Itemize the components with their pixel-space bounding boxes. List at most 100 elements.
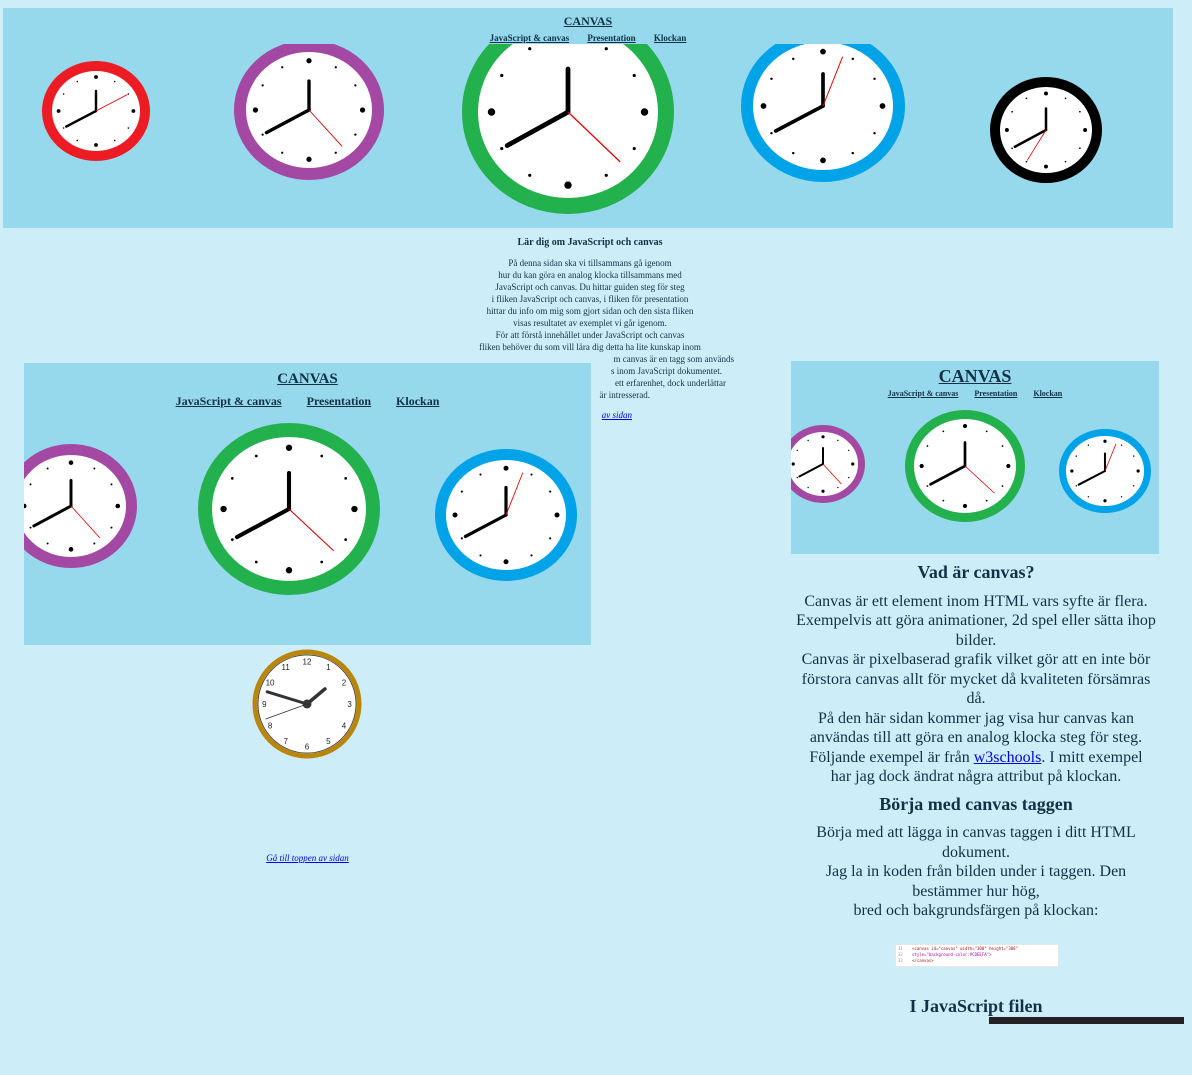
hour-marker [554, 512, 560, 518]
code-screenshot: 31 <canvas id="canvas" width="300" height… [895, 944, 1059, 967]
hour-marker [306, 58, 312, 64]
hour-marker [479, 473, 482, 476]
clock-number: 11 [282, 663, 291, 672]
hour-marker [760, 103, 767, 109]
hour-marker [926, 445, 929, 447]
clock-blue [435, 449, 577, 581]
clock-banner-canvas [791, 410, 1151, 522]
hour-marker [306, 156, 312, 162]
hour-marker [879, 103, 886, 109]
hour-marker [604, 47, 608, 51]
hour-marker [344, 477, 348, 480]
clock-green [462, 44, 674, 214]
nav-javascript-canvas[interactable]: JavaScript & canvas [176, 394, 282, 409]
clock-number: 8 [268, 721, 273, 730]
clock-purple [791, 425, 865, 503]
hour-marker [640, 108, 649, 116]
back-to-top-link-partial[interactable]: av sidan [602, 410, 632, 420]
clock-banner [24, 410, 591, 645]
hour-marker [354, 133, 357, 136]
hour-marker [93, 467, 96, 470]
hour-marker [320, 454, 324, 458]
intro-line: För att förstå innehållet under JavaScri… [495, 330, 685, 340]
hour-marker [452, 512, 458, 518]
hour-marker [1025, 97, 1028, 100]
hour-marker [807, 486, 809, 489]
nav-klockan[interactable]: Klockan [654, 33, 687, 43]
hour-marker [848, 449, 850, 452]
clock-black [990, 77, 1102, 183]
hour-marker [68, 460, 74, 465]
tablet-view: CANVAS JavaScript & canvas Presentation … [24, 363, 591, 645]
hour-marker [113, 80, 116, 83]
nav-klockan[interactable]: Klockan [1033, 389, 1062, 398]
nav-javascript-canvas[interactable]: JavaScript & canvas [490, 33, 570, 43]
hour-marker [985, 499, 988, 502]
hour-marker [851, 462, 855, 466]
hour-marker [919, 463, 924, 469]
hour-marker [792, 57, 795, 61]
hour-marker [254, 454, 258, 458]
site-title-link[interactable]: CANVAS [277, 371, 338, 388]
hour-marker [1070, 469, 1074, 473]
hour-marker [632, 73, 636, 78]
clock-number: 2 [342, 679, 347, 688]
w3schools-link[interactable]: w3schools [974, 749, 1042, 766]
hour-marker [851, 57, 854, 61]
nav-javascript-canvas[interactable]: JavaScript & canvas [888, 389, 959, 398]
hour-marker [962, 423, 968, 429]
hour-marker [334, 66, 337, 69]
hour-marker [29, 526, 32, 529]
hour-marker [1087, 444, 1090, 446]
site-header: CANVAS JavaScript & canvas Presentation … [791, 361, 1159, 401]
clock-face [791, 425, 865, 503]
intro-heading: Lär dig om JavaScript och canvas [517, 237, 663, 248]
nav-presentation[interactable]: Presentation [587, 33, 635, 43]
hour-marker [549, 537, 552, 540]
hour-marker [127, 93, 130, 95]
hour-marker [46, 467, 49, 470]
hour-marker [770, 131, 773, 135]
section-heading: Börja med canvas taggen [879, 793, 1073, 814]
hour-marker [985, 430, 988, 433]
intro-line: fliken behöver du som vill lära dig dett… [479, 342, 701, 352]
hour-marker [1006, 463, 1011, 469]
hour-marker [503, 465, 509, 471]
main-nav: JavaScript & canvas Presentation Klockan [24, 394, 591, 409]
clock-face [741, 44, 905, 182]
hour-marker [1044, 164, 1048, 169]
nav-presentation[interactable]: Presentation [307, 394, 371, 409]
site-title-link[interactable]: CANVAS [939, 366, 1012, 387]
hour-marker [76, 139, 79, 142]
intro-line: På denna sidan ska vi tillsammans gå ige… [508, 258, 672, 268]
hour-marker [848, 476, 850, 479]
site-header: CANVAS JavaScript & canvas Presentation … [24, 363, 591, 410]
paragraph: Följande exempel är från w3schools. I mi… [791, 748, 1161, 787]
hour-marker [1025, 160, 1028, 163]
nav-presentation[interactable]: Presentation [974, 389, 1017, 398]
nav-klockan[interactable]: Klockan [396, 394, 439, 409]
back-to-top-link[interactable]: Gå till toppen av sidan [266, 853, 349, 863]
hour-marker [1133, 455, 1135, 457]
hour-marker [68, 547, 74, 552]
hour-marker [1064, 97, 1067, 100]
phone-article: Vad är canvas? Canvas är ett element ino… [791, 562, 1161, 921]
clock-number: 12 [303, 657, 312, 666]
intro-line: i fliken JavaScript och canvas, i fliken… [491, 294, 689, 304]
clock-blue [1059, 429, 1151, 513]
section-heading: Vad är canvas? [917, 562, 1035, 582]
hour-marker [942, 430, 945, 433]
clock-red [42, 61, 150, 161]
hour-marker [1120, 496, 1123, 498]
hour-marker [837, 486, 839, 489]
hour-marker [926, 485, 929, 487]
site-header: CANVAS JavaScript & canvas Presentation … [3, 8, 1173, 44]
hour-marker [1075, 455, 1077, 457]
hour-marker [261, 84, 264, 87]
intro-line: visas resultatet av exemplet vi går igen… [513, 318, 667, 328]
hour-marker [254, 560, 258, 564]
hour-marker [1083, 128, 1088, 132]
paragraph: Börja med att lägga in canvas taggen i d… [816, 824, 1136, 861]
site-title-link[interactable]: CANVAS [564, 14, 612, 29]
section-heading: I JavaScript filen [909, 996, 1043, 1016]
